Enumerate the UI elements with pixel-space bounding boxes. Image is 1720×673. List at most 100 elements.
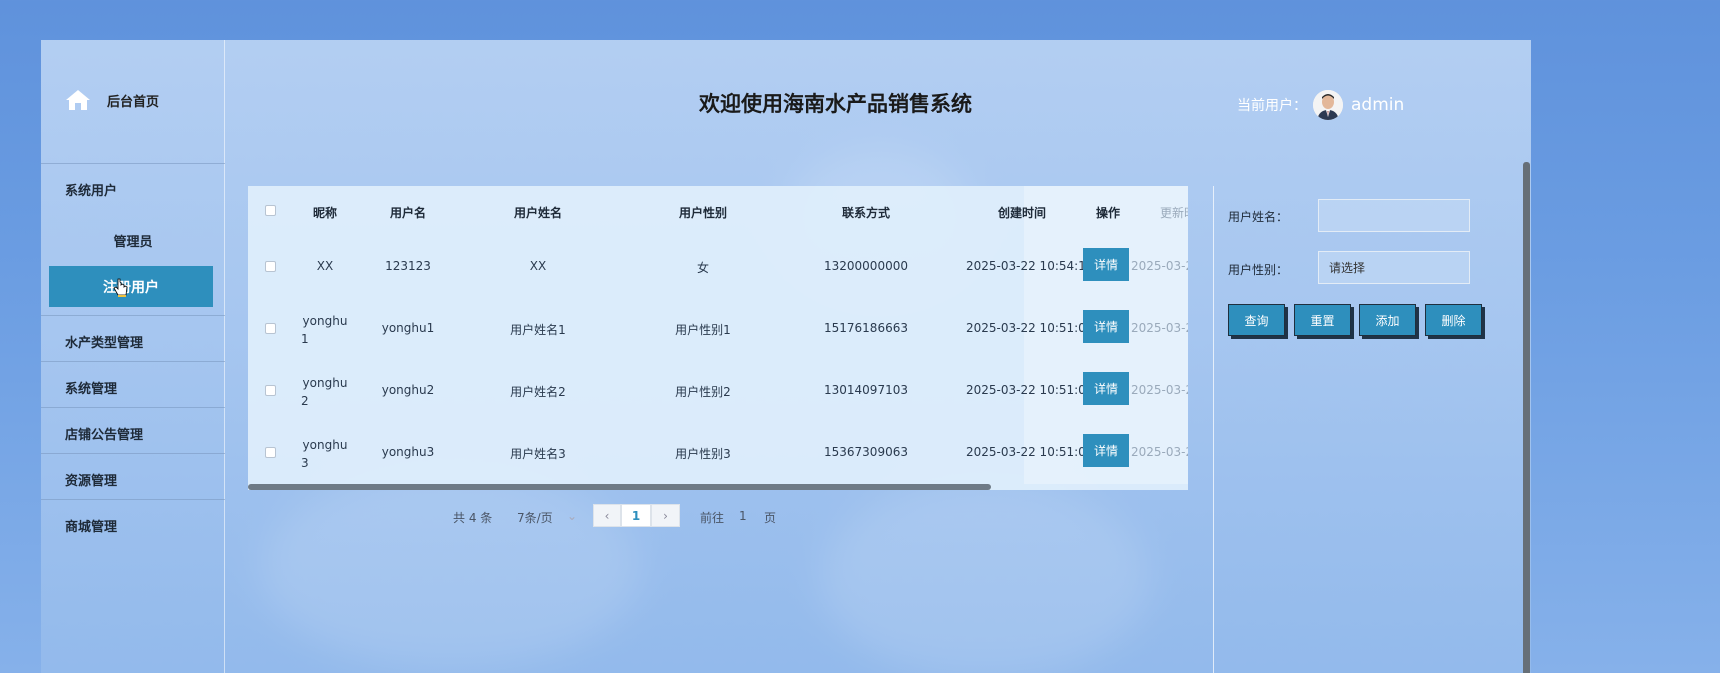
- home-label: 后台首页: [107, 94, 160, 110]
- chevron-right-icon: ›: [663, 508, 668, 523]
- page-suffix: 页: [764, 511, 777, 525]
- cell-gender: 用户性别3: [675, 447, 731, 461]
- row-checkbox[interactable]: [265, 447, 276, 458]
- detail-button[interactable]: 详情: [1083, 310, 1129, 343]
- cell-username: yonghu1: [381, 321, 435, 335]
- horizontal-scrollbar[interactable]: [248, 484, 991, 490]
- table-header: 昵称 用户名 用户姓名 用户性别 联系方式 创建时间 操作 更新时间: [248, 186, 1188, 236]
- table-row: yonghu 3 yonghu3 用户姓名3 用户性别3 15367309063…: [248, 422, 1188, 484]
- menu-divider: [41, 361, 225, 362]
- cell-username: yonghu3: [381, 445, 435, 459]
- cell-phone: 13200000000: [824, 259, 908, 273]
- cell-nickname-line1: yonghu: [302, 438, 348, 452]
- cell-realname: XX: [529, 259, 547, 273]
- menu-system-users[interactable]: 系统用户: [65, 180, 117, 199]
- avatar[interactable]: [1313, 90, 1343, 120]
- col-phone: 联系方式: [841, 206, 890, 220]
- home-link[interactable]: 后台首页: [65, 88, 159, 112]
- cell-gender: 用户性别1: [675, 323, 731, 337]
- page-title: 欢迎使用海南水产品销售系统: [699, 92, 972, 116]
- query-button[interactable]: 查询: [1228, 304, 1285, 336]
- col-updated: 更新时间: [1160, 206, 1188, 220]
- goto-page-input[interactable]: 1: [739, 509, 747, 523]
- current-user-label: 当前用户：: [1237, 98, 1307, 114]
- name-filter-input[interactable]: [1318, 199, 1470, 232]
- home-icon: [66, 90, 90, 110]
- cell-realname: 用户姓名2: [510, 385, 566, 399]
- cell-gender: 用户性别2: [675, 385, 731, 399]
- page-number-current[interactable]: 1: [621, 504, 651, 527]
- vertical-scrollbar[interactable]: [1523, 162, 1530, 673]
- goto-label: 前往: [700, 511, 725, 525]
- current-user: 当前用户： admin: [1237, 90, 1404, 120]
- hand-cursor-icon: [113, 278, 128, 297]
- user-table: 昵称 用户名 用户姓名 用户性别 联系方式 创建时间 操作 更新时间 XX 12…: [248, 186, 1188, 490]
- cell-nickname: XX: [316, 259, 334, 273]
- next-page-button[interactable]: ›: [651, 504, 680, 527]
- chevron-left-icon: ‹: [604, 508, 610, 523]
- col-gender: 用户性别: [678, 206, 727, 220]
- prev-page-button[interactable]: ‹: [593, 504, 621, 527]
- menu-divider: [41, 453, 225, 454]
- cell-phone: 13014097103: [824, 383, 908, 397]
- row-checkbox[interactable]: [265, 261, 276, 272]
- cell-gender: 女: [696, 261, 709, 275]
- cell-username: yonghu2: [381, 383, 435, 397]
- row-checkbox[interactable]: [265, 385, 276, 396]
- menu-divider: [41, 163, 225, 164]
- cell-phone: 15176186663: [824, 321, 908, 335]
- cell-nickname: yonghu 1: [295, 312, 355, 348]
- cell-realname: 用户姓名1: [510, 323, 566, 337]
- detail-button[interactable]: 详情: [1083, 434, 1129, 467]
- cell-username: 123123: [385, 259, 431, 273]
- cell-nickname-line2: 3: [301, 456, 309, 470]
- col-realname: 用户姓名: [513, 206, 562, 220]
- avatar-portrait-icon: [1313, 90, 1343, 120]
- name-filter-label: 用户姓名：: [1228, 210, 1289, 224]
- submenu-admin[interactable]: 管理员: [41, 231, 225, 250]
- cell-realname: 用户姓名3: [510, 447, 566, 461]
- select-all-checkbox[interactable]: [265, 205, 276, 216]
- menu-aquatic-type[interactable]: 水产类型管理: [65, 332, 143, 351]
- row-checkbox[interactable]: [265, 323, 276, 334]
- gender-filter-label: 用户性别：: [1228, 263, 1289, 277]
- add-button[interactable]: 添加: [1359, 304, 1416, 336]
- sidebar: 后台首页 系统用户 管理员 注册用户 水产类型管理 系统管理 店铺公告管理 资源…: [41, 40, 225, 673]
- detail-button[interactable]: 详情: [1083, 248, 1129, 281]
- menu-system-manage[interactable]: 系统管理: [65, 378, 117, 397]
- cell-phone: 15367309063: [824, 445, 908, 459]
- menu-resource[interactable]: 资源管理: [65, 470, 117, 489]
- reset-button[interactable]: 重置: [1294, 304, 1351, 336]
- table-row: yonghu 2 yonghu2 用户姓名2 用户性别2 13014097103…: [248, 360, 1188, 422]
- col-created: 创建时间: [998, 206, 1047, 220]
- app-frame: 后台首页 系统用户 管理员 注册用户 水产类型管理 系统管理 店铺公告管理 资源…: [41, 40, 1531, 673]
- cell-nickname-line1: yonghu: [302, 314, 348, 328]
- cell-nickname: yonghu 2: [295, 374, 355, 410]
- cell-nickname-line2: 1: [301, 332, 309, 346]
- col-username: 用户名: [389, 206, 426, 220]
- col-action: 操作: [1095, 206, 1120, 220]
- menu-divider: [41, 499, 225, 500]
- col-nickname: 昵称: [312, 206, 337, 220]
- cell-updated: 2025-03-2: [1131, 321, 1188, 335]
- cell-updated: 2025-03-2: [1131, 445, 1188, 459]
- menu-divider: [41, 407, 225, 408]
- delete-button[interactable]: 删除: [1425, 304, 1482, 336]
- cell-nickname: yonghu 3: [295, 436, 355, 472]
- gender-filter-select[interactable]: 请选择: [1318, 251, 1470, 284]
- pagination-page-size[interactable]: 7条/页: [517, 509, 553, 526]
- current-user-name: admin: [1351, 95, 1405, 115]
- table-row: XX 123123 XX 女 13200000000 2025-03-22 10…: [248, 236, 1188, 298]
- search-panel: 用户姓名： 用户性别： 请选择 查询 重置 添加 删除: [1213, 186, 1531, 673]
- cell-updated: 2025-03-2: [1131, 383, 1188, 397]
- chevron-down-icon[interactable]: ⌄: [567, 509, 577, 523]
- detail-button[interactable]: 详情: [1083, 372, 1129, 405]
- submenu-registered-users[interactable]: 注册用户: [49, 266, 213, 307]
- cell-nickname-line2: 2: [301, 394, 309, 408]
- pagination-total: 共 4 条: [453, 511, 493, 525]
- menu-mall[interactable]: 商城管理: [65, 516, 117, 535]
- menu-store-notice[interactable]: 店铺公告管理: [65, 424, 143, 443]
- cell-updated: 2025-03-2: [1131, 259, 1188, 273]
- table-row: yonghu 1 yonghu1 用户姓名1 用户性别1 15176186663…: [248, 298, 1188, 360]
- cell-nickname-line1: yonghu: [302, 376, 348, 390]
